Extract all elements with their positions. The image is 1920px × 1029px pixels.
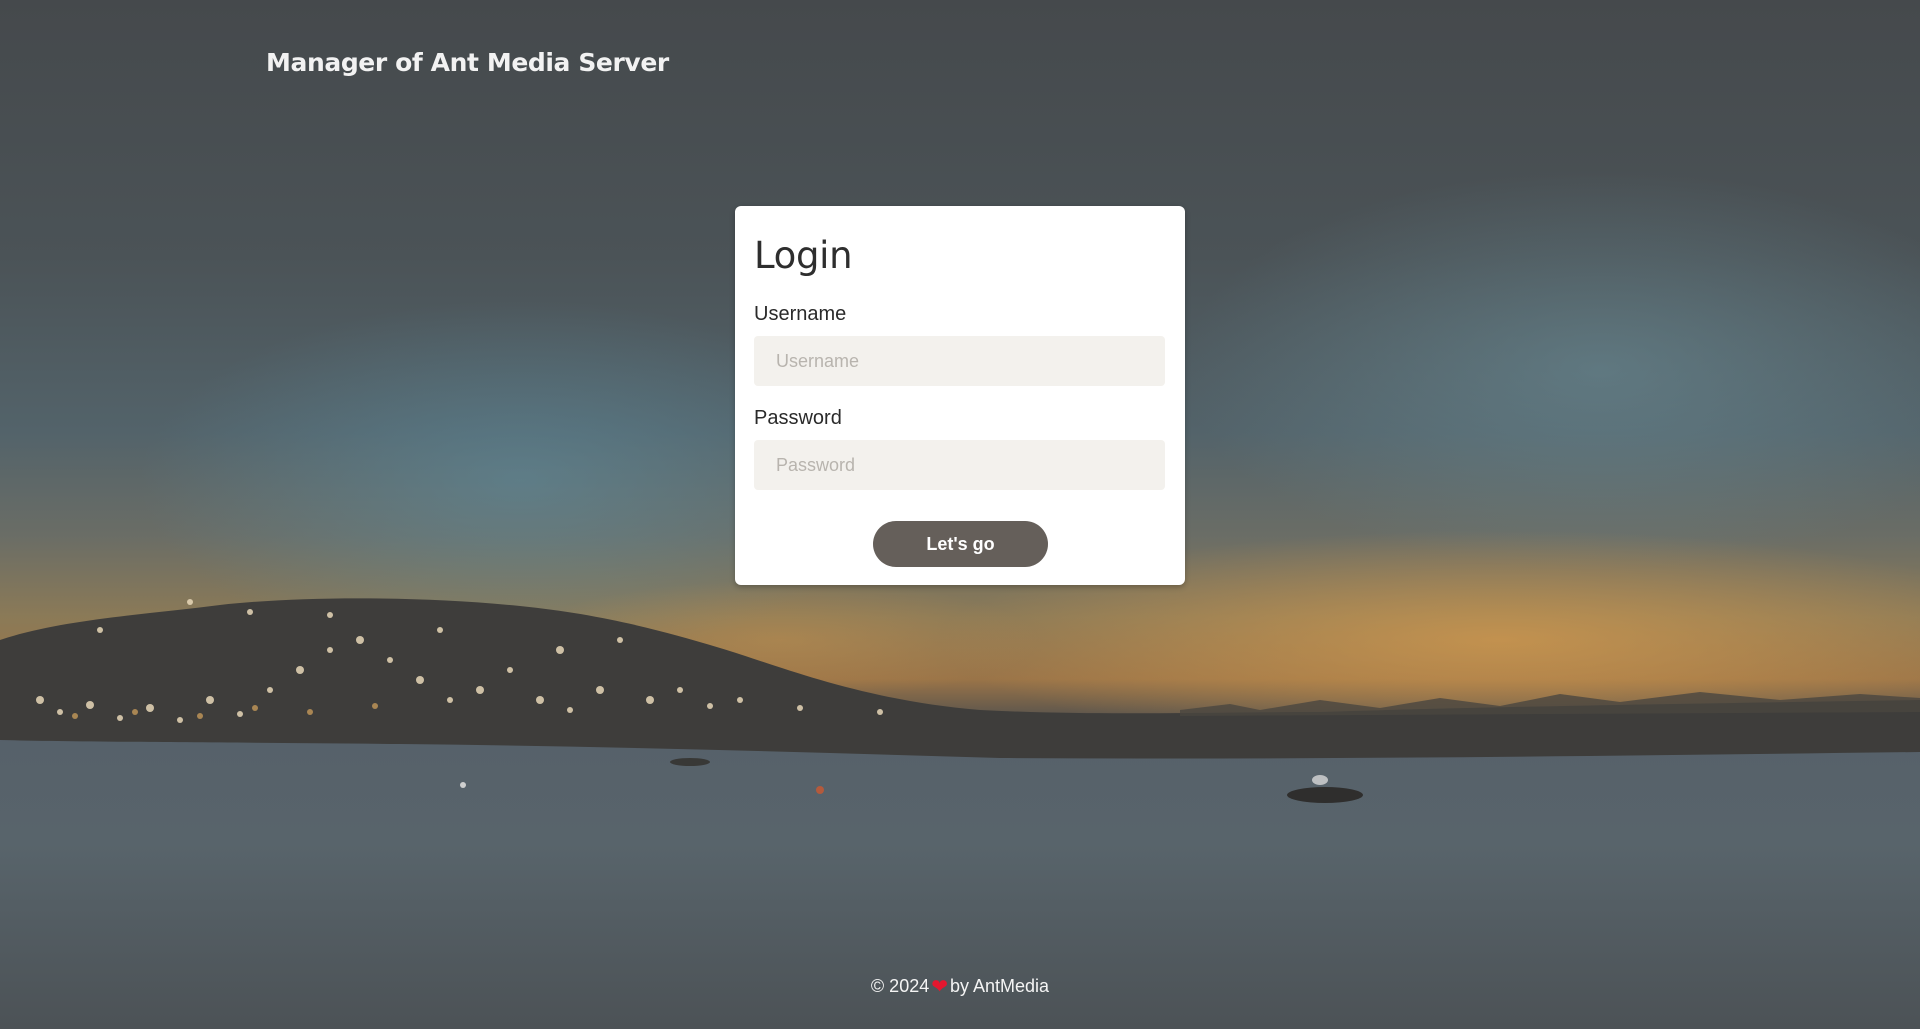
- login-card: Login Username Password Let's go: [735, 206, 1185, 585]
- login-page: Manager of Ant Media Server Login Userna…: [0, 0, 1920, 1029]
- brand-title: Manager of Ant Media Server: [266, 48, 669, 77]
- footer-by-text: by AntMedia: [950, 976, 1050, 996]
- heart-icon: ❤: [931, 976, 948, 998]
- footer: © 2024 ❤ by AntMedia: [0, 976, 1920, 997]
- username-input[interactable]: [754, 336, 1165, 386]
- password-label: Password: [754, 407, 842, 429]
- footer-copyright: © 2024: [870, 976, 930, 996]
- login-title: Login: [754, 234, 853, 277]
- username-label: Username: [754, 303, 847, 325]
- password-input[interactable]: [754, 440, 1165, 490]
- lets-go-button[interactable]: Let's go: [873, 521, 1048, 567]
